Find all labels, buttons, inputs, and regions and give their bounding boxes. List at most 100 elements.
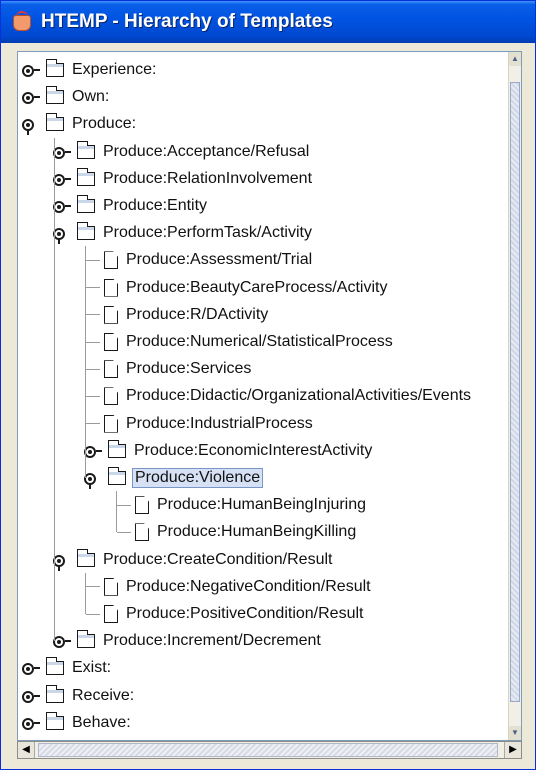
tree-item-label[interactable]: Own: [70,87,111,107]
tree-leaf-row[interactable]: Produce:HumanBeingKilling [115,518,358,546]
tree-item-label[interactable]: Produce:PerformTask/Activity [101,223,314,243]
client-area: ▲ ▼ Experience: Own: Produce: Produce:Accep… [5,45,532,767]
collapsed-handle-icon[interactable] [22,716,40,730]
tree-item-label[interactable]: Produce: [70,114,138,134]
folder-icon [76,222,95,241]
scroll-down-arrow-icon[interactable]: ▼ [509,726,521,740]
tree-folder-row[interactable]: Own: [22,83,111,111]
folder-icon [45,113,64,132]
tree-item-label[interactable]: Produce:Increment/Decrement [101,631,323,651]
tree-folder-row[interactable]: Receive: [22,682,136,710]
tree-leaf-row[interactable]: Produce:BeautyCareProcess/Activity [84,274,389,302]
tree-connector-line [86,613,100,615]
tree-connector-line [86,314,100,316]
horizontal-scrollbar[interactable]: ◀ ▶ [17,741,522,759]
tree-folder-row[interactable]: Produce:Entity [53,192,209,220]
tree-item-label[interactable]: Produce:RelationInvolvement [101,169,314,189]
folder-icon [45,684,64,703]
scroll-right-arrow-icon[interactable]: ▶ [504,742,521,758]
tree-folder-row[interactable]: Produce:CreateCondition/Result [53,546,334,574]
tree-folder-row[interactable]: Produce:Increment/Decrement [53,627,323,655]
tree-connector-line [86,259,100,261]
tree-item-label[interactable]: Produce:Acceptance/Refusal [101,142,311,162]
tree-connector-line [117,531,131,533]
collapsed-handle-icon[interactable] [22,661,40,676]
tree-leaf-row[interactable]: Produce:PositiveCondition/Result [84,600,365,628]
tree-leaf-row[interactable]: Produce:Assessment/Trial [84,246,314,274]
document-icon [104,278,118,297]
document-icon [135,523,149,542]
tree-guide-line [54,137,55,641]
tree-item-label[interactable]: Experience: [70,60,159,80]
tree-connector-line [86,287,100,289]
tree-leaf-row[interactable]: Produce:Didactic/OrganizationalActivitie… [84,382,473,410]
tree-folder-row[interactable]: Experience: [22,56,159,84]
tree-folder-row[interactable]: Produce:Acceptance/Refusal [53,138,311,166]
tree-folder-row[interactable]: Produce:EconomicInterestActivity [84,437,374,465]
document-icon [104,605,118,623]
folder-icon [76,167,95,186]
expanded-handle-icon[interactable] [84,471,102,489]
tree-item-label[interactable]: Produce:CreateCondition/Result [101,550,334,570]
tree-folder-row[interactable]: Behave: [22,709,133,737]
tree-item-label[interactable]: Produce:Assessment/Trial [124,250,314,270]
app-window: HTEMP - Hierarchy of Templates ▲ ▼ Exper… [0,0,536,770]
tree-item-label[interactable]: Produce:HumanBeingInjuring [155,495,368,515]
tree-leaf-row[interactable]: Produce:HumanBeingInjuring [115,491,368,519]
vertical-scrollbar[interactable]: ▲ ▼ [508,52,521,740]
scroll-left-arrow-icon[interactable]: ◀ [18,742,35,758]
tree-folder-row[interactable]: Produce:Violence [84,464,264,492]
document-icon [135,496,149,515]
collapsed-handle-icon[interactable] [84,444,102,458]
tree-item-label[interactable]: Produce:Didactic/OrganizationalActivitie… [124,386,473,406]
tree-item-label[interactable]: Produce:BeautyCareProcess/Activity [124,278,389,298]
tree-folder-row[interactable]: Produce:RelationInvolvement [53,165,314,193]
tree-connector-line [86,395,100,397]
template-tree[interactable]: ▲ ▼ Experience: Own: Produce: Produce:Accep… [17,51,522,741]
folder-icon [76,630,95,649]
tree-item-label[interactable]: Exist: [70,658,113,678]
tree-folder-row[interactable]: Produce:PerformTask/Activity [53,219,314,247]
document-icon [104,360,118,379]
folder-icon [107,467,126,485]
document-icon [104,305,118,324]
tree-leaf-row[interactable]: Produce:NegativeCondition/Result [84,573,373,601]
expanded-handle-icon[interactable] [53,226,71,245]
vertical-scroll-thumb[interactable] [510,82,520,702]
tree-guide-line [85,246,86,478]
tree-leaf-row[interactable]: Produce:Numerical/StatisticalProcess [84,328,395,356]
tree-item-label[interactable]: Receive: [70,686,136,706]
collapsed-handle-icon[interactable] [53,634,71,649]
tree-leaf-row[interactable]: Produce:IndustrialProcess [84,410,315,438]
collapsed-handle-icon[interactable] [22,63,40,77]
tree-item-label[interactable]: Produce:Entity [101,196,209,216]
scroll-up-arrow-icon[interactable]: ▲ [509,52,521,66]
tree-item-label[interactable]: Produce:PositiveCondition/Result [124,604,365,624]
document-icon [104,333,118,351]
collapsed-handle-icon[interactable] [53,199,71,213]
tree-item-label[interactable]: Behave: [70,713,133,733]
title-bar[interactable]: HTEMP - Hierarchy of Templates [1,1,535,43]
horizontal-scroll-thumb[interactable] [38,743,498,757]
document-icon [104,577,118,596]
tree-leaf-row[interactable]: Produce:Services [84,355,253,383]
folder-icon [45,86,64,105]
tree-leaf-row[interactable]: Produce:R/DActivity [84,301,270,329]
tree-item-label[interactable]: Produce:IndustrialProcess [124,414,315,434]
tree-item-label[interactable]: Produce:Services [124,359,253,379]
expanded-handle-icon[interactable] [53,553,71,571]
tree-item-label[interactable]: Produce:Numerical/StatisticalProcess [124,332,395,352]
collapsed-handle-icon[interactable] [22,689,40,703]
tree-item-label[interactable]: Produce:HumanBeingKilling [155,522,358,542]
tree-folder-row[interactable]: Exist: [22,654,113,682]
tree-item-label-selected[interactable]: Produce:Violence [132,468,264,488]
tree-item-label[interactable]: Produce:NegativeCondition/Result [124,577,373,597]
tree-connector-line [86,341,100,343]
tree-folder-row[interactable]: Produce: [22,110,138,138]
collapsed-handle-icon[interactable] [53,145,71,159]
tree-item-label[interactable]: Produce:EconomicInterestActivity [132,441,374,461]
collapsed-handle-icon[interactable] [53,172,71,186]
tree-item-label[interactable]: Produce:R/DActivity [124,305,270,325]
expanded-handle-icon[interactable] [22,117,40,136]
collapsed-handle-icon[interactable] [22,90,40,105]
